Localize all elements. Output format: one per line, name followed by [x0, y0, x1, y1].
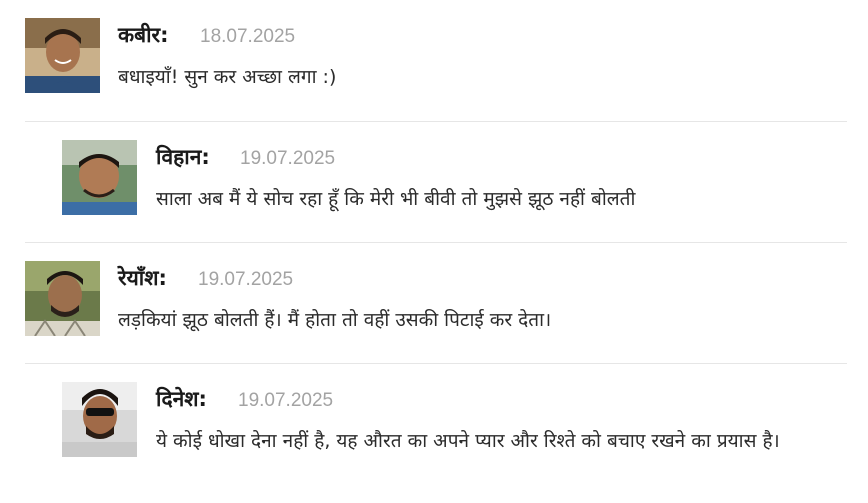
avatar[interactable] — [25, 18, 100, 93]
comment-author: रेयाँश: — [118, 266, 167, 290]
comment-text: साला अब मैं ये सोच रहा हूँ कि मेरी भी बी… — [156, 188, 636, 210]
avatar[interactable] — [62, 140, 137, 215]
comment-divider — [25, 242, 847, 243]
comment-date: 18.07.2025 — [200, 26, 296, 47]
comment-author: दिनेश: — [156, 387, 207, 411]
comment-text: ये कोई धोखा देना नहीं है, यह औरत का अपने… — [156, 430, 780, 452]
comment-list: कबीर: 18.07.2025 बधाइयाँ! सुन कर अच्छा ल… — [0, 0, 868, 503]
user-avatar-icon — [25, 18, 100, 93]
comment-divider — [25, 121, 847, 122]
comment-date: 19.07.2025 — [238, 390, 334, 411]
avatar[interactable] — [25, 261, 100, 336]
comment-divider — [25, 363, 847, 364]
comment-author: कबीर: — [118, 23, 169, 47]
user-avatar-icon — [62, 140, 137, 215]
comment-date: 19.07.2025 — [198, 269, 294, 290]
comment-author: विहान: — [156, 145, 210, 169]
user-avatar-icon — [25, 261, 100, 336]
comment-text: बधाइयाँ! सुन कर अच्छा लगा :) — [118, 66, 337, 88]
user-avatar-icon — [62, 382, 137, 457]
avatar[interactable] — [62, 382, 137, 457]
comment-text: लड़कियां झूठ बोलती हैं। मैं होता तो वहीं… — [118, 309, 552, 331]
comment-date: 19.07.2025 — [240, 148, 336, 169]
